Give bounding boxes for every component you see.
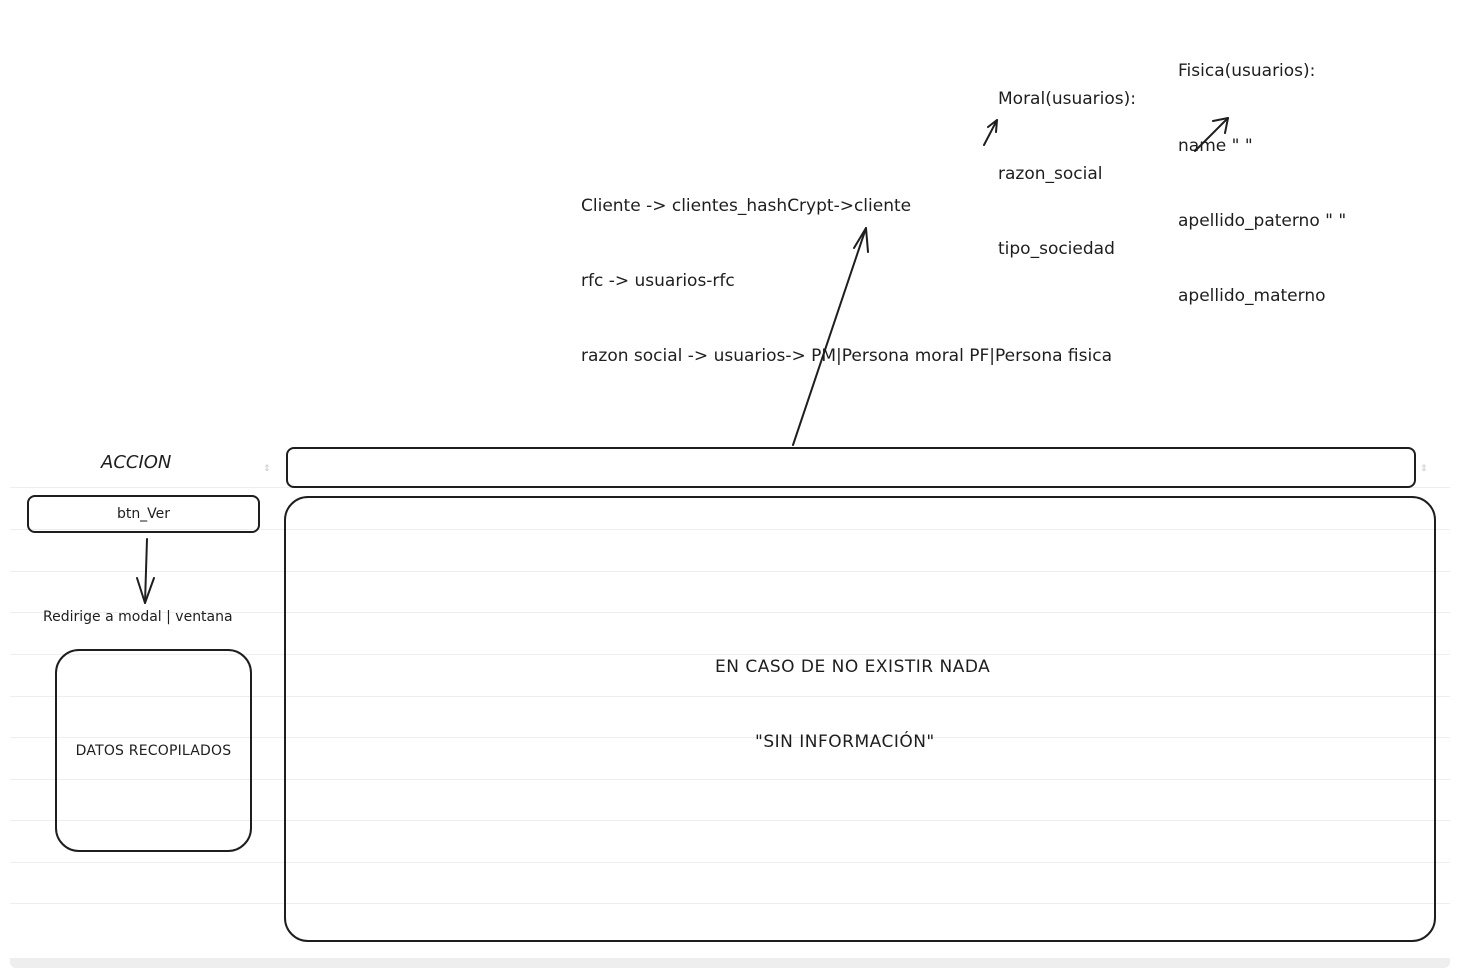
sort-icon[interactable]: ⇕ [1420, 465, 1428, 474]
note-fisica-field: apellido_paterno " " [1178, 211, 1347, 231]
collected-data-box: DATOS RECOPILADOS [55, 649, 252, 852]
note-fisica: Fisica(usuarios): name " " apellido_pate… [1178, 9, 1346, 359]
main-panel [284, 496, 1436, 942]
note-mapping: Cliente -> clientes_hashCrypt->cliente r… [581, 144, 1112, 419]
view-button[interactable]: btn_Ver [27, 495, 260, 533]
diagram-canvas: Moral(usuarios): razon_social tipo_socie… [0, 0, 1460, 980]
column-header-accion[interactable]: ACCION [101, 452, 171, 473]
note-fisica-field: apellido_materno [1178, 286, 1326, 306]
header-bar[interactable] [286, 447, 1416, 488]
empty-state-note: EN CASO DE NO EXISTIR NADA [715, 657, 991, 677]
arrow-to-moral [983, 119, 998, 146]
sort-icon[interactable]: ⇕ [263, 465, 271, 474]
note-mapping-line: rfc -> usuarios-rfc [581, 271, 735, 291]
note-mapping-line: Cliente -> clientes_hashCrypt->cliente [581, 196, 912, 216]
empty-state-message: "SIN INFORMACIÓN" [755, 732, 935, 752]
note-fisica-title: Fisica(usuarios): [1178, 61, 1316, 81]
table-footer [10, 958, 1450, 968]
redirect-caption: Redirige a modal | ventana [43, 609, 233, 625]
note-fisica-field: name " " [1178, 136, 1253, 156]
note-moral-title: Moral(usuarios): [998, 89, 1136, 109]
note-mapping-line: razon social -> usuarios-> PM|Persona mo… [581, 346, 1112, 366]
